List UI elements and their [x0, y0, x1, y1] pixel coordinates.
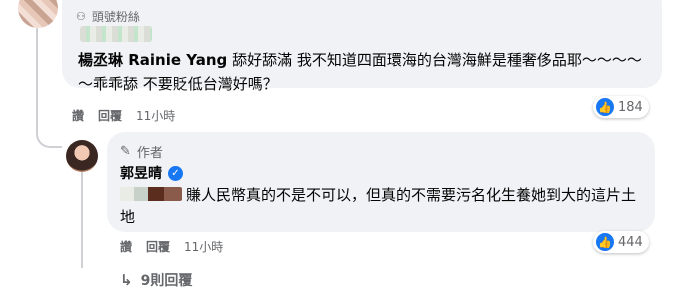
verified-badge-icon: ✓ [168, 165, 183, 181]
reply-like-button[interactable]: 讚 [120, 238, 132, 255]
like-button[interactable]: 讚 [72, 107, 84, 124]
reply-reaction-count: 444 [618, 234, 643, 250]
reply-button[interactable]: 回覆 [98, 107, 122, 124]
thread-connector-line [36, 28, 62, 148]
reaction-summary[interactable]: 👍 184 [593, 96, 649, 118]
reply-arrow-icon: ↳ [120, 271, 133, 289]
reply-text: 賺人民幣真的不是不可以，但真的不需要污名化生養她到大的這片土地 [120, 186, 637, 226]
view-more-replies[interactable]: ↳ 9則回覆 [120, 270, 192, 290]
reply-reply-button[interactable]: 回覆 [146, 238, 170, 255]
top-fan-badge: ⚇ 頭號粉絲 [76, 8, 140, 25]
view-more-replies-label[interactable]: 9則回覆 [141, 270, 193, 290]
reply-author-name[interactable]: 郭昱晴 ✓ [120, 163, 183, 183]
author-tag: ✎ 作者 [120, 142, 163, 161]
mention-link[interactable]: 楊丞琳 Rainie Yang [78, 51, 227, 69]
blurred-commenter-name[interactable] [80, 26, 152, 42]
comment-actions: 讚 回覆 11小時 [72, 107, 175, 124]
author-tag-label: 作者 [136, 146, 163, 161]
reply-actions: 讚 回覆 11小時 [120, 238, 223, 255]
reply-thread-line [81, 172, 83, 268]
timestamp[interactable]: 11小時 [136, 107, 175, 124]
top-fan-label: 頭號粉絲 [91, 10, 140, 24]
thumbs-up-icon: 👍 [596, 233, 614, 251]
author-avatar[interactable] [66, 140, 98, 172]
reply-author-name-text[interactable]: 郭昱晴 [120, 163, 162, 183]
reply-reaction-summary[interactable]: 👍 444 [593, 231, 649, 253]
top-fan-icon: ⚇ [76, 10, 86, 23]
blurred-mention[interactable] [120, 187, 182, 201]
thumbs-up-icon: 👍 [596, 98, 614, 116]
reply-timestamp[interactable]: 11小時 [184, 238, 223, 255]
reply-body: 賺人民幣真的不是不可以，但真的不需要污名化生養她到大的這片土地 [120, 184, 650, 228]
reaction-count: 184 [618, 99, 643, 115]
commenter-avatar[interactable] [18, 0, 58, 28]
pen-icon: ✎ [120, 144, 131, 159]
comment-body: 楊丞琳 Rainie Yang 舔好舔滿 我不知道四面環海的台灣海鮮是種奢侈品耶… [78, 48, 648, 96]
